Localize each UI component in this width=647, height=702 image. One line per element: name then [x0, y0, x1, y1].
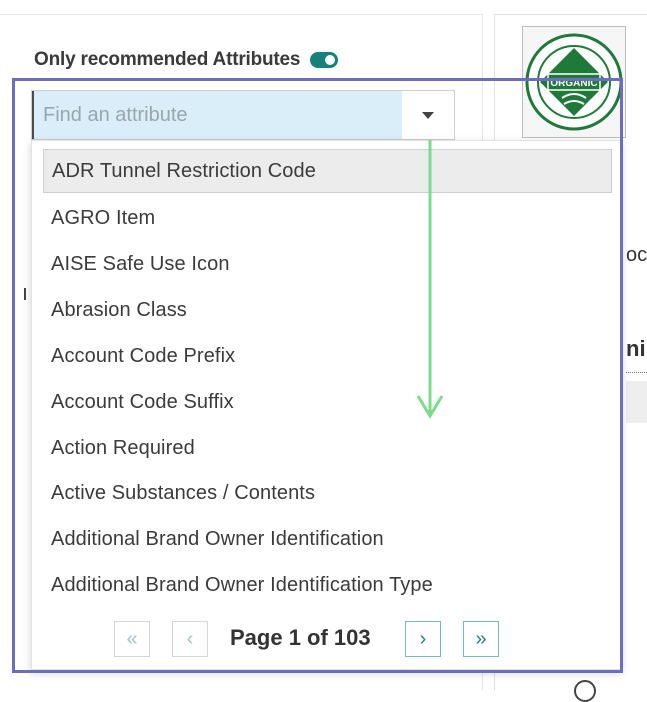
- attribute-option[interactable]: ADR Tunnel Restriction Code: [43, 149, 612, 193]
- attribute-option[interactable]: Account Code Prefix: [43, 334, 612, 378]
- last-page-button[interactable]: »: [463, 621, 499, 657]
- product-image: ORGANIC: [522, 26, 626, 138]
- toggle-knob: [325, 55, 336, 65]
- panel-chip: [626, 381, 647, 423]
- side-mark: [24, 288, 30, 300]
- attribute-option[interactable]: Account Code Suffix: [43, 380, 612, 424]
- background-text-fragment: oc: [626, 244, 647, 266]
- attribute-option[interactable]: Abrasion Class: [43, 288, 612, 332]
- attribute-option[interactable]: Action Required: [43, 426, 612, 470]
- chevron-down-icon[interactable]: [402, 91, 454, 139]
- attribute-select[interactable]: [31, 90, 455, 140]
- attribute-option[interactable]: AISE Safe Use Icon: [43, 242, 612, 286]
- attribute-option[interactable]: AGRO Item: [43, 196, 612, 240]
- attribute-dropdown-list: ADR Tunnel Restriction Code AGRO Item AI…: [31, 140, 622, 670]
- scroll-down-arrow-icon: [416, 140, 444, 419]
- dotted-divider: [626, 372, 647, 373]
- attribute-option[interactable]: Active Substances / Contents: [43, 471, 612, 515]
- logo-center-text: ORGANIC: [550, 78, 597, 89]
- background-text-fragment: ni: [626, 336, 646, 361]
- previous-page-button[interactable]: ‹: [172, 621, 208, 657]
- page-indicator: Page 1 of 103: [230, 625, 371, 650]
- toggle-label: Only recommended Attributes: [34, 49, 301, 70]
- organic-certification-logo: ORGANIC: [525, 33, 623, 131]
- attribute-option[interactable]: Additional Brand Owner Identification: [43, 517, 612, 561]
- attribute-option[interactable]: Additional Brand Owner Identification Ty…: [43, 563, 612, 607]
- recommended-attributes-toggle[interactable]: [310, 52, 339, 68]
- recommended-attributes-toggle-row: Only recommended Attributes: [34, 48, 339, 72]
- pagination: « ‹ Page 1 of 103 › »: [32, 619, 621, 659]
- first-page-button[interactable]: «: [114, 621, 150, 657]
- attribute-search-input[interactable]: [32, 91, 402, 139]
- next-page-button[interactable]: ›: [405, 621, 441, 657]
- bottom-partial-icon: [574, 680, 596, 702]
